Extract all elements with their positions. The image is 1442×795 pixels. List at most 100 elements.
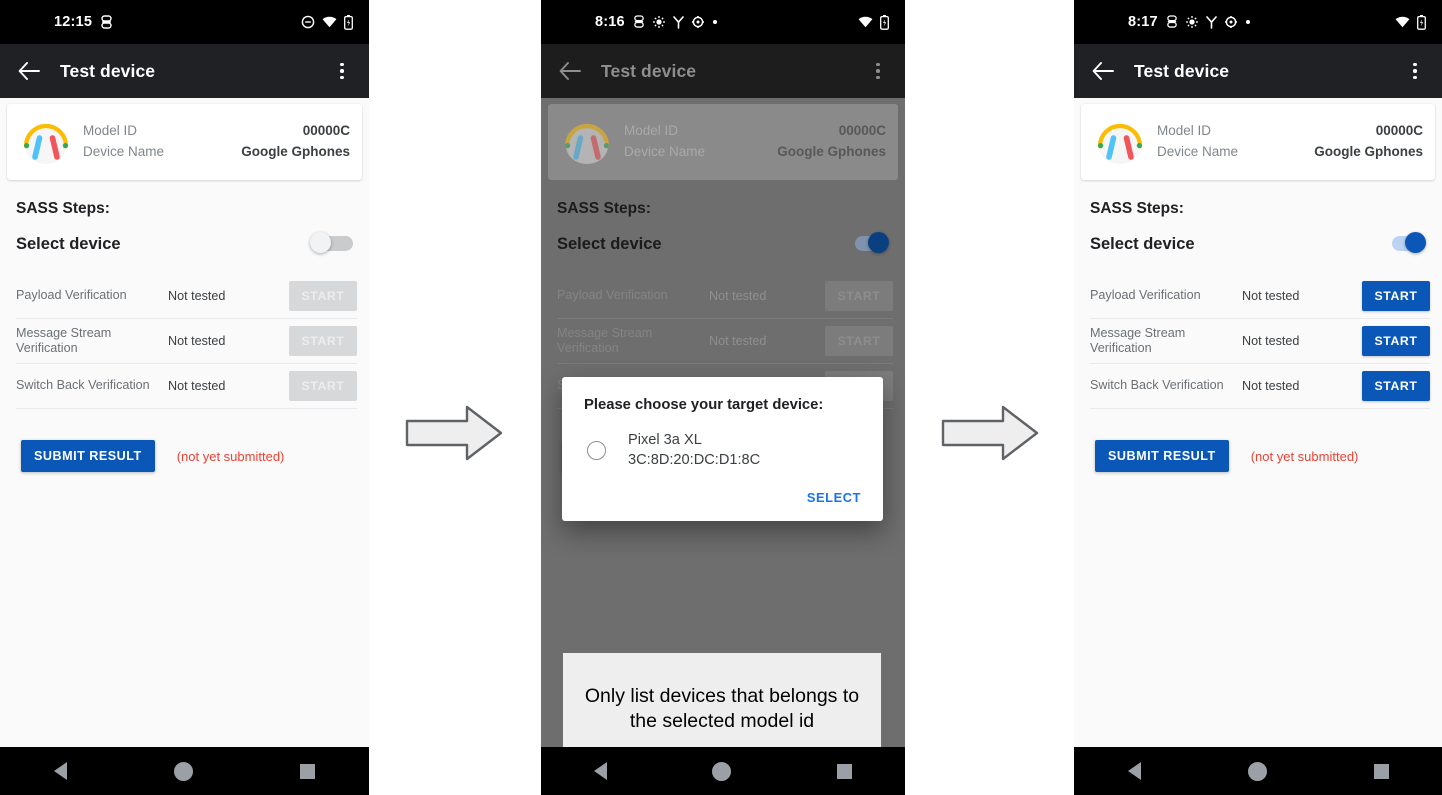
choose-target-device-dialog: Please choose your target device: Pixel … — [562, 377, 883, 522]
table-row: Message Stream Verification Not tested S… — [16, 319, 357, 364]
recents-square-icon[interactable] — [300, 763, 316, 779]
device-info-row: Model ID 00000C — [1157, 123, 1423, 138]
home-circle-icon[interactable] — [173, 761, 193, 781]
device-model-id-label: Model ID — [83, 123, 138, 138]
device-option-name: Pixel 3a XL — [628, 432, 702, 448]
dialog-select-button[interactable]: SELECT — [807, 490, 861, 505]
device-info-card: Model ID 00000C Device Name Google Gphon… — [1081, 104, 1435, 180]
system-nav-bar — [1074, 747, 1442, 795]
app-bar: Test device — [541, 44, 905, 98]
sun-icon — [1185, 16, 1198, 28]
device-name-label: Device Name — [624, 144, 706, 159]
test-name: Payload Verification — [1090, 288, 1201, 303]
status-bar: 8:17 — [1074, 0, 1442, 44]
wifi-icon — [858, 16, 873, 28]
wifi-icon — [322, 16, 337, 28]
wifi-icon — [1395, 16, 1410, 28]
device-model-id-value: 00000C — [1375, 123, 1423, 138]
device-name-value: Google Gphones — [1314, 144, 1423, 159]
overflow-menu-icon[interactable] — [329, 56, 355, 86]
status-bar-left: 8:17 — [1128, 14, 1251, 30]
submit-result-button[interactable]: SUBMIT RESULT — [1095, 440, 1229, 472]
headphones-icon — [1089, 113, 1151, 169]
overflow-menu-icon[interactable] — [1402, 56, 1428, 86]
dot-icon — [1245, 19, 1251, 25]
device-option-text: Pixel 3a XL 3C:8D:20:DC:D1:8C — [628, 431, 760, 470]
test-name: Message Stream Verification — [557, 325, 653, 355]
back-arrow-icon[interactable] — [14, 56, 44, 86]
branch-icon — [1206, 15, 1217, 29]
sass-steps-heading: SASS Steps: — [1090, 200, 1184, 217]
select-device-row: Select device — [1074, 218, 1442, 256]
recents-square-icon[interactable] — [837, 763, 853, 779]
status-bar: 12:15 — [0, 0, 369, 44]
test-name: Payload Verification — [16, 288, 127, 303]
radio-button-icon[interactable] — [587, 441, 606, 461]
phone-panel-dialog: 8:16 Test device Model ID 00000C Device … — [541, 0, 905, 795]
device-info-row: Device Name Google Gphones — [624, 144, 886, 159]
test-list: Payload Verification Not tested START Me… — [1074, 274, 1442, 409]
table-row: Message Stream Verification Not tested S… — [557, 319, 893, 364]
sass-steps-heading: SASS Steps: — [16, 200, 110, 217]
recents-square-icon[interactable] — [1373, 763, 1389, 779]
device-option-row[interactable]: Pixel 3a XL 3C:8D:20:DC:D1:8C — [584, 431, 861, 470]
start-button[interactable]: START — [289, 326, 357, 356]
start-button[interactable]: START — [825, 281, 893, 311]
test-status: Not tested — [1242, 289, 1300, 303]
test-status: Not tested — [709, 289, 767, 303]
overflow-menu-icon[interactable] — [865, 56, 891, 86]
start-button[interactable]: START — [289, 281, 357, 311]
battery-icon — [344, 14, 353, 30]
phone-panel-device-selected: 8:17 Test device Model ID 00000C Device … — [1074, 0, 1442, 795]
submit-status-note: (not yet submitted) — [176, 448, 285, 464]
device-model-id-label: Model ID — [624, 123, 679, 138]
test-status: Not tested — [1242, 379, 1300, 393]
device-info-row: Device Name Google Gphones — [83, 144, 350, 159]
page-title: Test device — [1134, 60, 1230, 81]
submit-result-button[interactable]: SUBMIT RESULT — [21, 440, 155, 472]
back-triangle-icon[interactable] — [1127, 762, 1141, 780]
system-nav-bar — [541, 747, 905, 795]
storyboard: 12:15 Test device Model ID 00000C Device… — [0, 0, 1442, 795]
status-bar-clock: 12:15 — [54, 14, 93, 30]
start-button[interactable]: START — [289, 371, 357, 401]
flow-arrow-1 — [404, 404, 504, 467]
test-status: Not tested — [1242, 334, 1300, 348]
start-button[interactable]: START — [1362, 326, 1430, 356]
back-triangle-icon[interactable] — [593, 762, 607, 780]
device-info-card: Model ID 00000C Device Name Google Gphon… — [548, 104, 898, 180]
device-info-row: Device Name Google Gphones — [1157, 144, 1423, 159]
test-status: Not tested — [168, 379, 226, 393]
toggle-thumb — [1405, 232, 1426, 253]
select-device-label: Select device — [16, 234, 121, 253]
select-device-toggle[interactable] — [843, 232, 889, 256]
home-circle-icon[interactable] — [1247, 761, 1267, 781]
gear-icon — [1224, 16, 1237, 28]
back-triangle-icon[interactable] — [53, 762, 67, 780]
sun-icon — [652, 16, 665, 28]
battery-icon — [880, 14, 889, 30]
back-arrow-icon[interactable] — [1088, 56, 1118, 86]
branch-icon — [673, 15, 684, 29]
dialog-actions: SELECT — [584, 470, 861, 513]
device-info-rows: Model ID 00000C Device Name Google Gphon… — [77, 123, 350, 159]
start-button[interactable]: START — [825, 326, 893, 356]
toggle-thumb — [310, 232, 331, 253]
status-bar-right — [1395, 14, 1426, 30]
android-debug-icon — [633, 15, 645, 29]
device-model-id-value: 00000C — [838, 123, 886, 138]
status-bar-clock: 8:16 — [595, 14, 625, 30]
start-button[interactable]: START — [1362, 371, 1430, 401]
back-arrow-icon[interactable] — [555, 56, 585, 86]
select-device-toggle[interactable] — [1380, 232, 1426, 256]
status-bar-right — [301, 14, 353, 30]
table-row: Payload Verification Not tested START — [557, 274, 893, 319]
android-debug-icon — [1166, 15, 1178, 29]
home-circle-icon[interactable] — [712, 761, 732, 781]
start-button[interactable]: START — [1362, 281, 1430, 311]
select-device-row: Select device — [541, 218, 905, 256]
table-row: Message Stream Verification Not tested S… — [1090, 319, 1430, 364]
test-name: Message Stream Verification — [16, 325, 112, 355]
select-device-toggle[interactable] — [307, 232, 353, 256]
system-nav-bar — [0, 747, 369, 795]
